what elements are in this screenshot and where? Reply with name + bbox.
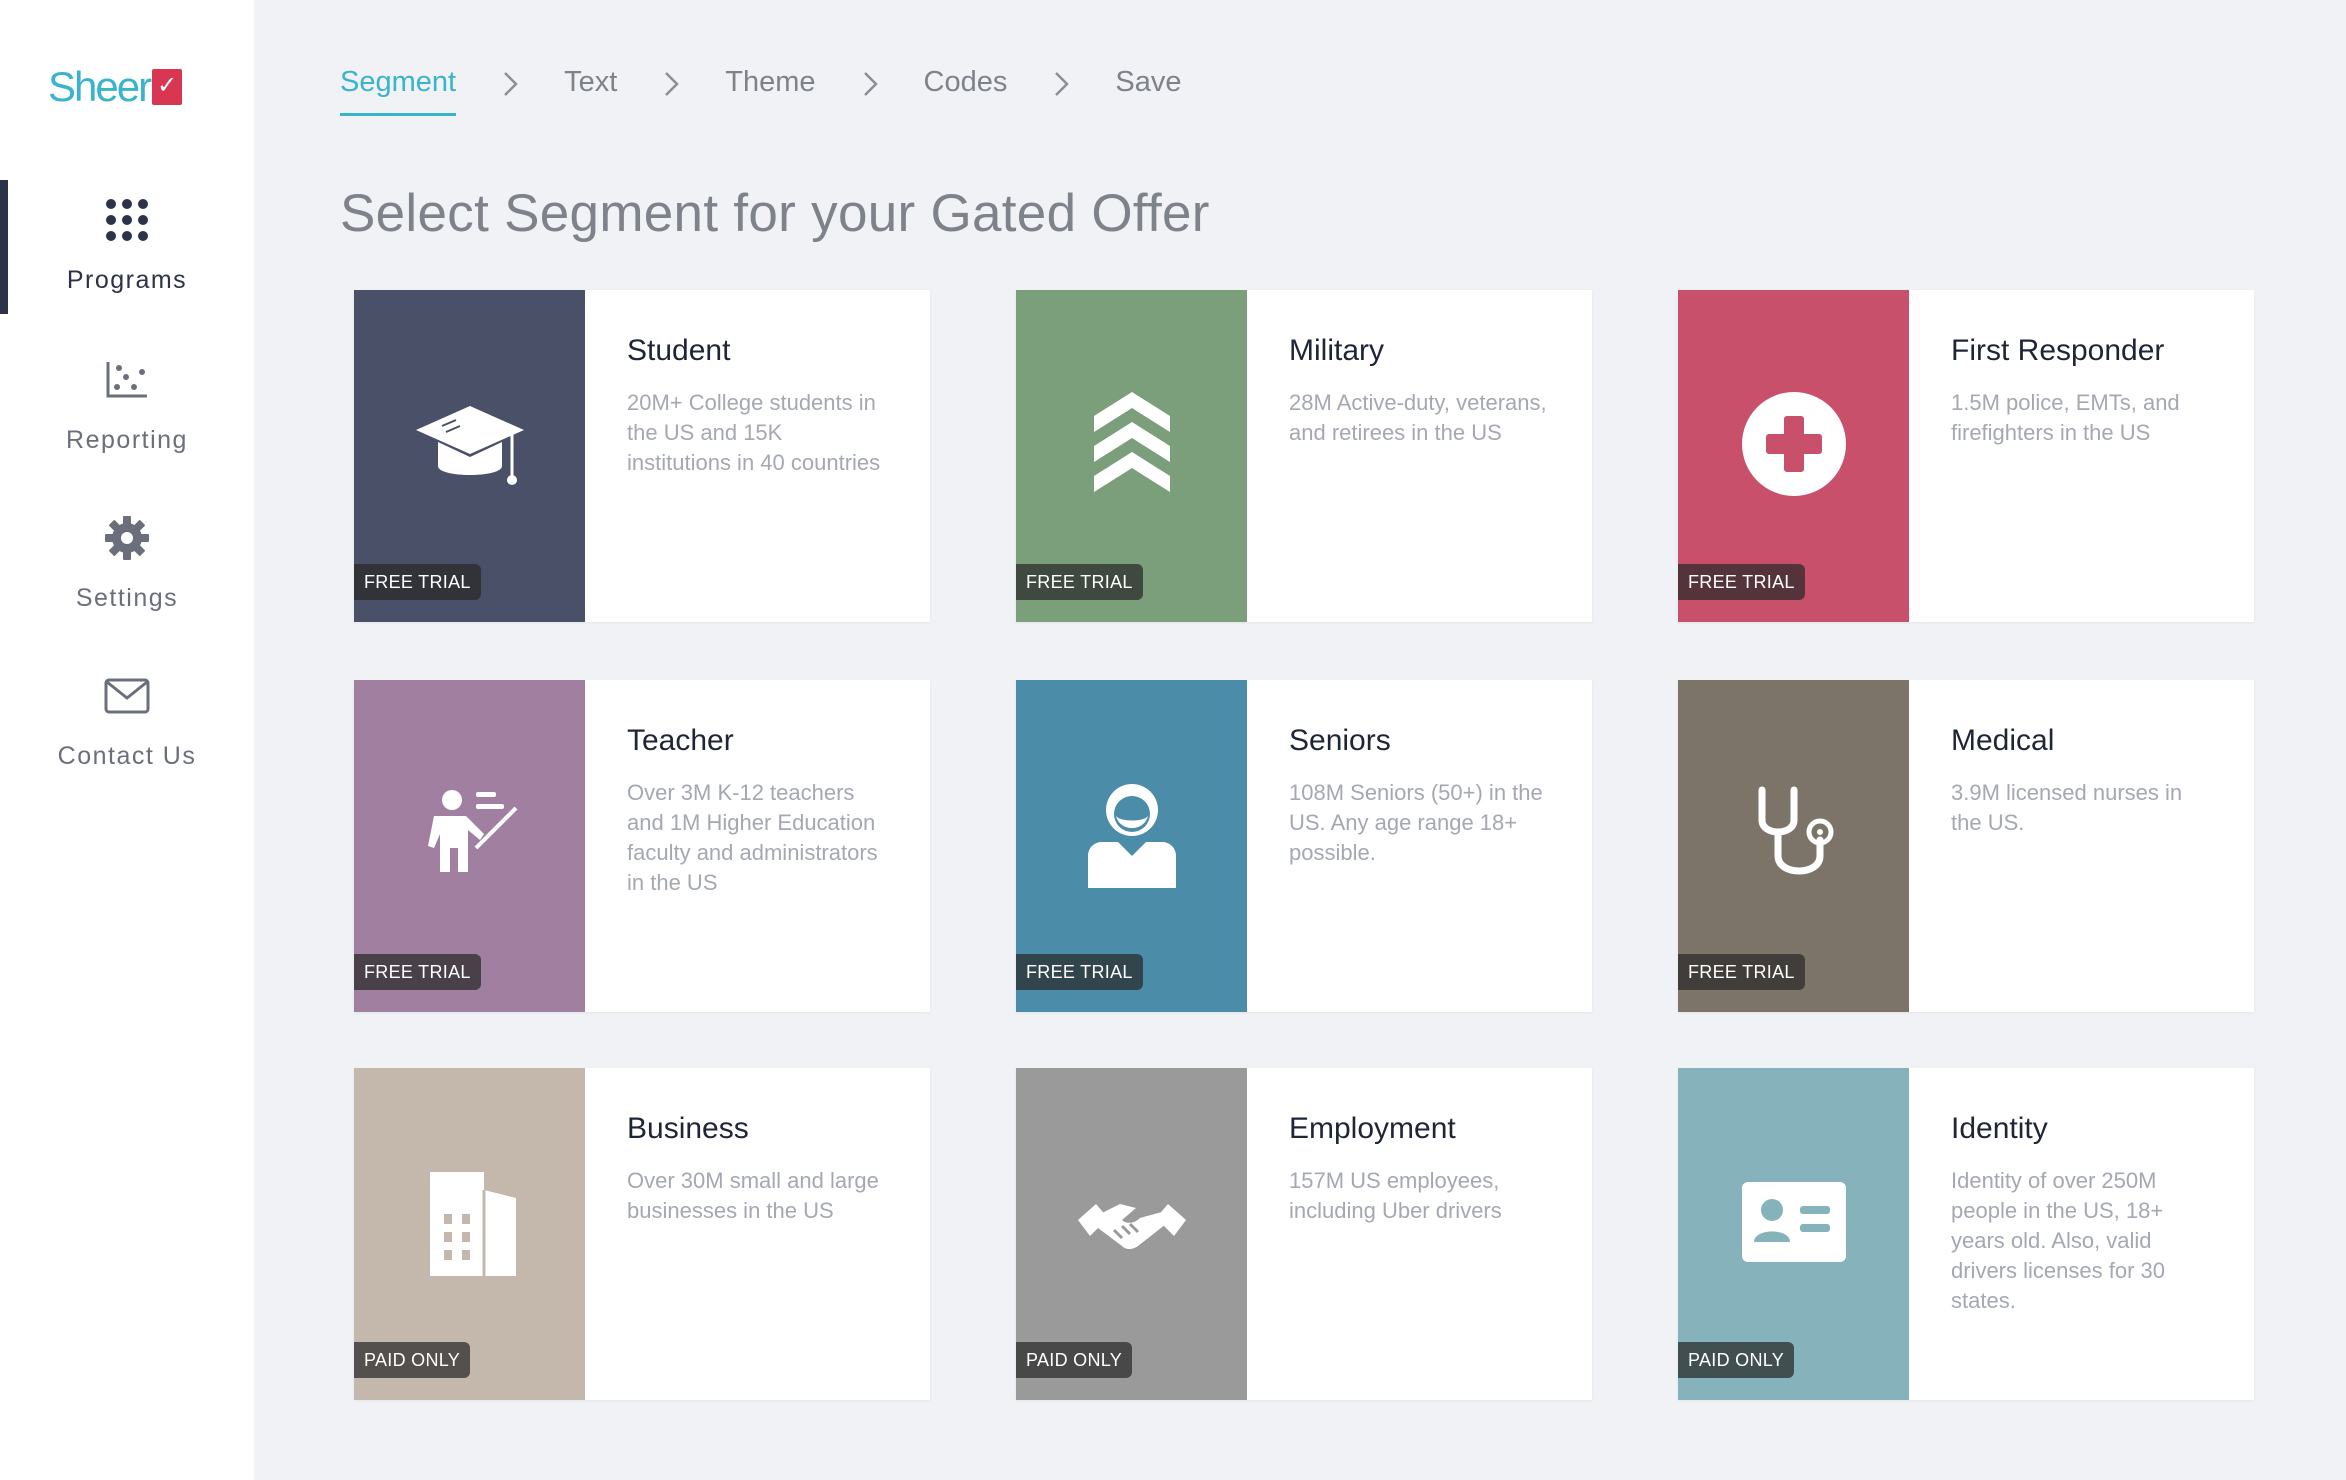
card-description: Identity of over 250M people in the US, …	[1951, 1168, 2165, 1313]
card-title: Medical	[1951, 724, 2055, 757]
medical-cross-icon	[1736, 391, 1852, 507]
card-media: FREE TRIAL	[1016, 680, 1247, 1012]
card-title: Teacher	[627, 724, 734, 757]
card-description: 108M Seniors (50+) in the US. Any age ra…	[1289, 780, 1543, 865]
segment-card-employment[interactable]: PAID ONLY Employment 157M US employees, …	[1016, 1068, 1592, 1400]
sidebar-item-label: Contact Us	[57, 742, 197, 770]
card-description: 28M Active-duty, veterans, and retirees …	[1289, 390, 1547, 445]
segment-card-student[interactable]: FREE TRIAL Student 20M+ College students…	[354, 290, 930, 622]
card-description: 3.9M licensed nurses in the US.	[1951, 780, 2183, 835]
chevron-right-icon	[1053, 66, 1075, 102]
card-media: FREE TRIAL	[354, 680, 585, 1012]
segment-card-medical[interactable]: FREE TRIAL Medical 3.9M licensed nurses …	[1678, 680, 2254, 1012]
card-title: Student	[627, 334, 731, 367]
chevron-right-icon	[862, 66, 884, 102]
envelope-icon	[99, 668, 155, 724]
card-media: FREE TRIAL	[1678, 680, 1909, 1012]
card-media: FREE TRIAL	[354, 290, 585, 622]
building-icon	[412, 1171, 528, 1285]
step-navigation: Segment Text Theme Codes Save	[340, 66, 1181, 126]
card-media: FREE TRIAL	[1016, 290, 1247, 622]
senior-person-icon	[1074, 783, 1190, 897]
sheerid-logo[interactable]: Sheer	[48, 62, 208, 112]
grid-dots-icon	[99, 192, 155, 248]
teacher-icon	[412, 789, 528, 897]
segment-card-business[interactable]: PAID ONLY Business Over 30M small and la…	[354, 1068, 930, 1400]
segment-card-military[interactable]: FREE TRIAL Military 28M Active-duty, vet…	[1016, 290, 1592, 622]
paid-only-badge: PAID ONLY	[1678, 1342, 1795, 1378]
page-title: Select Segment for your Gated Offer	[340, 184, 1210, 243]
free-trial-badge: FREE TRIAL	[1016, 954, 1143, 990]
card-title: First Responder	[1951, 334, 2165, 367]
free-trial-badge: FREE TRIAL	[1016, 564, 1143, 600]
chevron-right-icon	[502, 66, 524, 102]
step-codes[interactable]: Codes	[924, 66, 1008, 113]
step-segment[interactable]: Segment	[340, 66, 457, 116]
free-trial-badge: FREE TRIAL	[1678, 954, 1805, 990]
card-description: 157M US employees, including Uber driver…	[1289, 1168, 1502, 1223]
scatter-chart-icon	[99, 352, 155, 408]
paid-only-badge: PAID ONLY	[1016, 1342, 1133, 1378]
step-text[interactable]: Text	[564, 66, 617, 113]
step-save[interactable]: Save	[1115, 66, 1181, 113]
card-title: Military	[1289, 334, 1384, 367]
card-title: Seniors	[1289, 724, 1391, 757]
chevrons-rank-icon	[1074, 391, 1190, 507]
sidebar-item-label: Programs	[66, 266, 188, 294]
sidebar-item-label: Settings	[75, 584, 179, 612]
graduation-cap-icon	[412, 405, 528, 507]
card-media: FREE TRIAL	[1678, 290, 1909, 622]
card-title: Business	[627, 1112, 749, 1145]
sidebar-item-label: Reporting	[66, 426, 188, 454]
paid-only-badge: PAID ONLY	[354, 1342, 471, 1378]
sidebar-item-reporting[interactable]: Reporting	[0, 340, 254, 480]
stethoscope-icon	[1736, 786, 1852, 897]
free-trial-badge: FREE TRIAL	[1678, 564, 1805, 600]
sidebar-item-contact-us[interactable]: Contact Us	[0, 656, 254, 796]
card-description: Over 30M small and large businesses in t…	[627, 1168, 879, 1223]
segment-card-teacher[interactable]: FREE TRIAL Teacher Over 3M K-12 teachers…	[354, 680, 930, 1012]
card-media: PAID ONLY	[1678, 1068, 1909, 1400]
segment-card-first-responder[interactable]: FREE TRIAL First Responder 1.5M police, …	[1678, 290, 2254, 622]
sidebar-item-settings[interactable]: Settings	[0, 498, 254, 638]
card-title: Employment	[1289, 1112, 1456, 1145]
segment-card-identity[interactable]: PAID ONLY Identity Identity of over 250M…	[1678, 1068, 2254, 1400]
sidebar-item-programs[interactable]: Programs	[0, 180, 254, 320]
chevron-right-icon	[663, 66, 685, 102]
id-card-icon	[1736, 1181, 1852, 1285]
card-media: PAID ONLY	[354, 1068, 585, 1400]
sidebar: Sheer Programs Reporting	[0, 0, 254, 1480]
card-description: 1.5M police, EMTs, and firefighters in t…	[1951, 390, 2180, 445]
logo-text: Sheer	[48, 63, 152, 110]
gear-icon	[99, 510, 155, 566]
segment-card-seniors[interactable]: FREE TRIAL Seniors 108M Seniors (50+) in…	[1016, 680, 1592, 1012]
handshake-icon	[1074, 1184, 1190, 1285]
step-theme[interactable]: Theme	[725, 66, 815, 113]
logo-mark-icon	[152, 69, 183, 105]
free-trial-badge: FREE TRIAL	[354, 954, 481, 990]
free-trial-badge: FREE TRIAL	[354, 564, 481, 600]
card-media: PAID ONLY	[1016, 1068, 1247, 1400]
card-title: Identity	[1951, 1112, 2048, 1145]
card-description: 20M+ College students in the US and 15K …	[627, 390, 881, 475]
card-description: Over 3M K-12 teachers and 1M Higher Educ…	[627, 780, 878, 895]
